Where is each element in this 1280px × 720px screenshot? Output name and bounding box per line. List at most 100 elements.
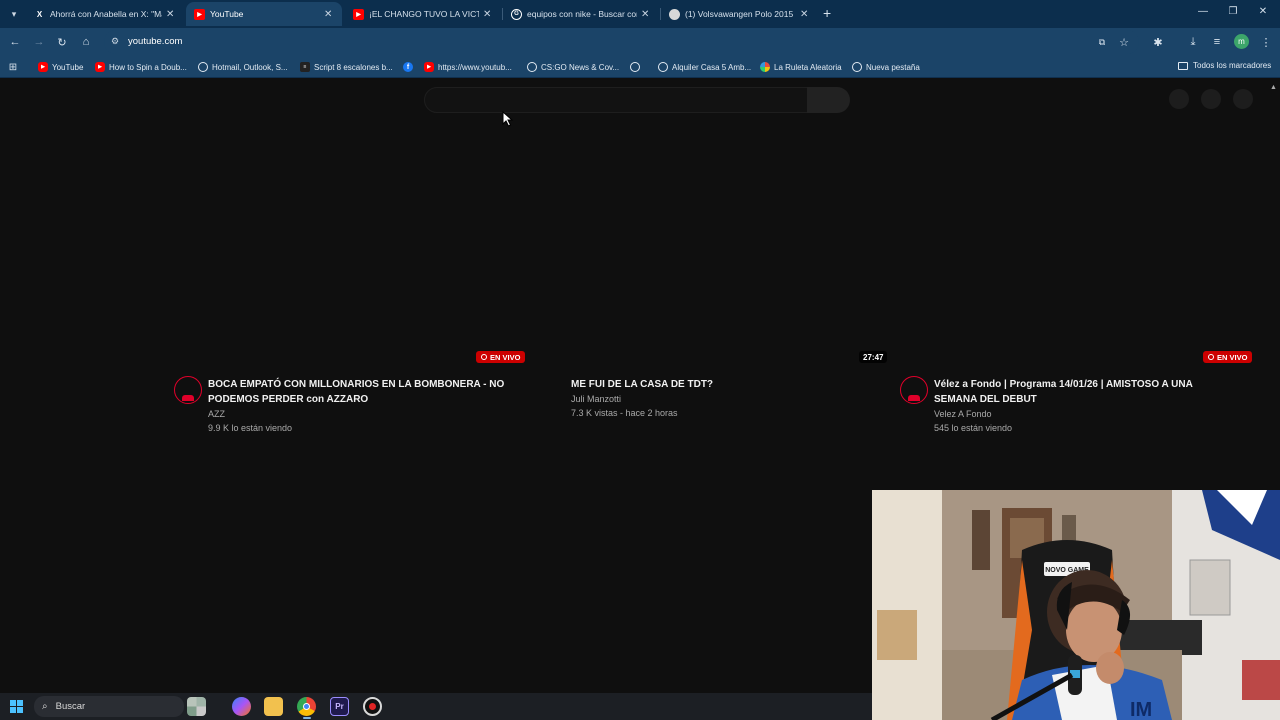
google-icon: G <box>511 8 522 20</box>
install-app-icon[interactable]: ⧉ <box>1094 34 1110 50</box>
video-title[interactable]: Vélez a Fondo | Programa 14/01/26 | AMIS… <box>934 377 1193 407</box>
channel-avatar[interactable] <box>174 376 202 404</box>
capture-app-icon[interactable] <box>363 697 382 716</box>
youtube-icon: ▶ <box>194 8 205 20</box>
video-title-line: BOCA EMPATÓ CON MILLONARIOS EN LA BOMBON… <box>208 379 505 390</box>
taskbar-search-input[interactable]: ⌕ Buscar <box>34 696 184 717</box>
bookmark-alquiler[interactable]: Alquiler Casa 5 Amb... <box>658 61 751 73</box>
bookmark-youtube[interactable]: ▶ YouTube <box>38 61 83 73</box>
tab-title: Ahorrá con Anabella en X: "Ma <box>50 9 162 19</box>
close-window-icon[interactable]: ✕ <box>1256 6 1270 17</box>
bookmark-star-icon[interactable]: ☆ <box>1116 34 1132 50</box>
bookmark-script[interactable]: ≡ Script 8 escalones b... <box>300 61 393 73</box>
video-stats: 9.9 K lo están viendo <box>208 423 293 433</box>
bookmark-globe[interactable] <box>630 61 644 73</box>
account-avatar[interactable] <box>1233 89 1253 109</box>
folder-icon <box>1178 61 1188 70</box>
bookmark-ruleta[interactable]: La Ruleta Aleatoria <box>760 61 842 73</box>
windows-taskbar: ⌕ Buscar Pr <box>0 693 872 720</box>
premiere-icon[interactable]: Pr <box>330 697 349 716</box>
youtube-icon: ▶ <box>38 62 48 72</box>
back-icon[interactable]: ← <box>7 34 23 50</box>
live-dot-icon <box>481 354 487 360</box>
media-control-icon[interactable]: ≡ <box>1209 34 1225 50</box>
site-info-icon[interactable]: ⚙ <box>111 36 119 47</box>
live-ring-icon <box>908 395 920 401</box>
tab-youtube[interactable]: ▶ YouTube ✕ <box>186 2 342 26</box>
url-text[interactable]: youtube.com <box>128 36 182 47</box>
active-app-indicator <box>303 717 311 719</box>
live-badge: EN VIVO <box>476 351 526 363</box>
tab-title: equipos con nike - Buscar con G <box>527 9 637 19</box>
windows-start-icon[interactable] <box>10 700 23 713</box>
youtube-search-button[interactable] <box>807 87 850 113</box>
bookmark-youtube-link[interactable]: ▶ https://www.youtub... <box>424 61 512 73</box>
bookmark-label: Alquiler Casa 5 Amb... <box>672 62 752 72</box>
video-channel[interactable]: Velez A Fondo <box>934 407 992 421</box>
close-icon[interactable]: ✕ <box>641 9 651 20</box>
bookmark-spin[interactable]: ▶ How to Spin a Doub... <box>95 61 187 73</box>
restore-icon[interactable]: ❐ <box>1226 6 1240 17</box>
globe-icon <box>630 62 640 72</box>
tab-chango[interactable]: ▶ ¡EL CHANGO TUVO LA VICTORI ✕ <box>345 2 501 26</box>
chrome-icon[interactable] <box>297 697 316 716</box>
reload-icon[interactable]: ↻ <box>54 34 70 50</box>
forward-icon[interactable]: → <box>31 34 47 50</box>
address-bar[interactable]: ⚙ youtube.com <box>104 30 1139 54</box>
extensions-icon[interactable]: ✱ <box>1150 34 1166 50</box>
scroll-up-arrow[interactable]: ▲ <box>1270 84 1277 91</box>
tab-title: (1) Volsvawangen Polo 2015 | M <box>685 9 796 19</box>
copilot-icon[interactable] <box>232 697 251 716</box>
cube-app-icon[interactable] <box>187 697 206 716</box>
live-badge: EN VIVO <box>1203 351 1253 363</box>
close-icon[interactable]: ✕ <box>324 9 334 20</box>
file-explorer-icon[interactable] <box>264 697 283 716</box>
downloads-icon[interactable]: ⤓ <box>1185 34 1201 50</box>
video-title[interactable]: ME FUI DE LA CASA DE TDT? <box>571 377 713 392</box>
facebook-icon: f <box>403 62 413 72</box>
tab-title: ¡EL CHANGO TUVO LA VICTORI <box>369 9 479 19</box>
bookmark-label: YouTube <box>52 62 84 72</box>
video-stats: 545 lo están viendo <box>934 423 1013 433</box>
close-icon[interactable]: ✕ <box>800 9 810 20</box>
bookmark-label: Hotmail, Outlook, S... <box>212 62 288 72</box>
tab-x-anabella[interactable]: X Ahorrá con Anabella en X: "Ma ✕ <box>26 2 184 26</box>
video-channel[interactable]: AZZ <box>208 407 225 421</box>
bookmark-label: How to Spin a Doub... <box>109 62 187 72</box>
bookmark-facebook[interactable]: f <box>403 61 417 73</box>
bookmark-label: Nueva pestaña <box>866 62 920 72</box>
youtube-search-input[interactable] <box>424 87 808 113</box>
bookmark-hotmail[interactable]: Hotmail, Outlook, S... <box>198 61 288 73</box>
all-bookmarks-button[interactable]: Todos los marcadores <box>1178 61 1271 70</box>
globe-icon <box>852 62 862 72</box>
bookmark-nueva-pestana[interactable]: Nueva pestaña <box>852 61 920 73</box>
globe-icon <box>658 62 668 72</box>
tab-title: YouTube <box>210 9 244 19</box>
tab-search-icon[interactable]: ▾ <box>6 6 22 22</box>
apps-grid-icon[interactable]: ⊞ <box>5 59 21 75</box>
screen: ▾ X Ahorrá con Anabella en X: "Ma ✕ ▶ Yo… <box>0 0 1280 720</box>
close-icon[interactable]: ✕ <box>166 9 176 20</box>
home-icon[interactable]: ⌂ <box>78 34 94 50</box>
create-icon[interactable] <box>1169 89 1189 109</box>
youtube-icon: ▶ <box>95 62 105 72</box>
video-channel[interactable]: Juli Manzotti <box>571 392 621 406</box>
profile-avatar[interactable]: m <box>1234 34 1249 49</box>
video-title-line: ME FUI DE LA CASA DE TDT? <box>571 379 714 390</box>
menu-kebab-icon[interactable]: ⋮ <box>1258 34 1274 50</box>
minimize-icon[interactable]: — <box>1196 6 1210 17</box>
tab-strip: ▾ X Ahorrá con Anabella en X: "Ma ✕ ▶ Yo… <box>0 0 1280 28</box>
bookmark-csgo[interactable]: CS:GO News & Cov... <box>527 61 619 73</box>
bookmark-label: Script 8 escalones b... <box>314 62 393 72</box>
globe-icon <box>527 62 537 72</box>
close-icon[interactable]: ✕ <box>483 9 493 20</box>
duration-badge: 27:47 <box>859 351 888 363</box>
video-title-line: SEMANA DEL DEBUT <box>934 394 1037 405</box>
channel-avatar[interactable] <box>900 376 928 404</box>
tab-google-search[interactable]: G equipos con nike - Buscar con G ✕ <box>503 2 659 26</box>
notifications-icon[interactable] <box>1201 89 1221 109</box>
new-tab-button[interactable]: + <box>823 6 831 20</box>
tab-marketplace[interactable]: (1) Volsvawangen Polo 2015 | M ✕ <box>661 2 818 26</box>
video-stats: 7.3 K vistas - hace 2 horas <box>571 408 678 418</box>
video-title[interactable]: BOCA EMPATÓ CON MILLONARIOS EN LA BOMBON… <box>208 377 504 407</box>
